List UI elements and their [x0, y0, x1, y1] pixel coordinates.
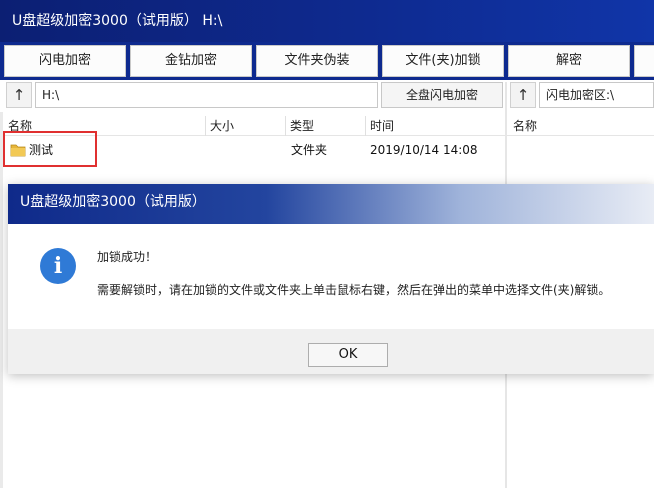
dialog-footer: OK	[8, 329, 654, 374]
flash-encrypt-button[interactable]: 闪电加密	[4, 45, 126, 77]
lock-file-folder-button[interactable]: 文件(夹)加锁	[382, 45, 504, 77]
right-path-row: ↑ 闪电加密区:\	[507, 82, 654, 110]
column-type-header[interactable]: 类型	[286, 116, 366, 136]
file-time: 2019/10/14 14:08	[370, 143, 478, 157]
window-title: U盘超级加密3000（试用版） H:\	[0, 0, 654, 42]
diamond-encrypt-button[interactable]: 金钻加密	[130, 45, 252, 77]
column-size-header[interactable]: 大小	[206, 116, 286, 136]
dialog-heading: 加锁成功！	[97, 250, 158, 264]
up-arrow-icon[interactable]: ↑	[6, 82, 32, 108]
right-column-name-header[interactable]: 名称	[507, 116, 654, 136]
left-path-row: ↑ H:\ 全盘闪电加密	[0, 82, 505, 110]
up-arrow-icon[interactable]: ↑	[510, 82, 536, 108]
dialog-message: 需要解锁时，请在加锁的文件或文件夹上单击鼠标右键，然后在弹出的菜单中选择文件(夹…	[97, 283, 611, 297]
dialog-title: U盘超级加密3000（试用版）	[8, 184, 654, 224]
toolbar: 闪电加密 金钻加密 文件夹伪装 文件(夹)加锁 解密	[0, 42, 654, 80]
ok-button[interactable]: OK	[308, 343, 388, 367]
info-icon: i	[40, 248, 76, 284]
decrypt-button[interactable]: 解密	[508, 45, 630, 77]
file-type: 文件夹	[291, 143, 328, 157]
left-path-input[interactable]: H:\	[35, 82, 378, 108]
message-dialog: U盘超级加密3000（试用版） i 加锁成功！ 需要解锁时，请在加锁的文件或文件…	[8, 184, 654, 374]
right-column-header: 名称	[507, 116, 654, 136]
dialog-body: i 加锁成功！ 需要解锁时，请在加锁的文件或文件夹上单击鼠标右键，然后在弹出的菜…	[8, 224, 654, 329]
toolbar-overflow-button[interactable]	[634, 45, 654, 77]
highlight-box	[3, 131, 97, 167]
right-path-input[interactable]: 闪电加密区:\	[539, 82, 654, 108]
folder-disguise-button[interactable]: 文件夹伪装	[256, 45, 378, 77]
column-time-header[interactable]: 时间	[366, 116, 505, 136]
left-edge-divider	[0, 112, 3, 488]
full-disk-flash-encrypt-button[interactable]: 全盘闪电加密	[381, 82, 503, 108]
